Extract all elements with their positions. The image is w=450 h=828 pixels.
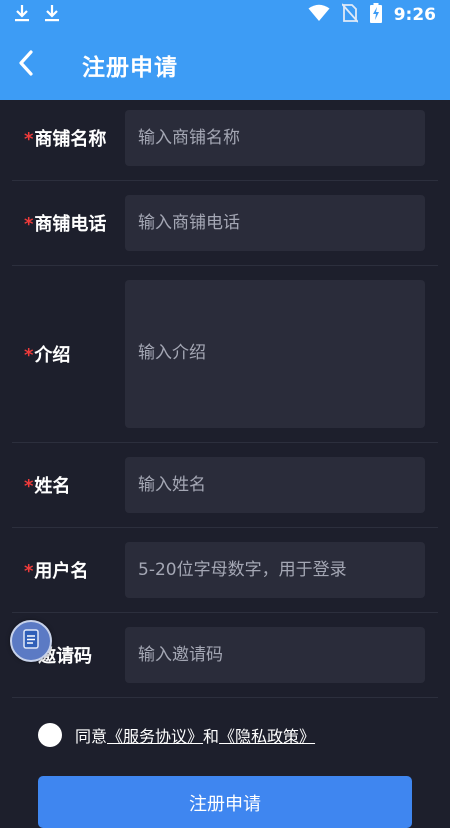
- agree-conjunction: 和: [203, 727, 220, 746]
- back-button[interactable]: [0, 30, 56, 100]
- status-bar: 9:26: [0, 0, 450, 30]
- download-icon: [44, 4, 60, 26]
- form-row-username: *用户名: [12, 528, 438, 613]
- floating-doc-button[interactable]: [10, 620, 52, 662]
- submit-button[interactable]: 注册申请: [38, 776, 412, 828]
- field-label: *商铺名称: [24, 129, 107, 150]
- service-agreement-link[interactable]: 《服务协议》: [107, 723, 203, 747]
- username-input[interactable]: [125, 542, 425, 598]
- invite-code-input[interactable]: [125, 627, 425, 683]
- app-bar: 注册申请: [0, 30, 450, 100]
- field-label: *姓名: [24, 476, 71, 497]
- form-row-intro: *介绍: [12, 266, 438, 443]
- download-icon: [14, 4, 30, 26]
- status-time: 9:26: [393, 5, 436, 25]
- agree-prefix: 同意: [75, 727, 108, 746]
- name-input[interactable]: [125, 457, 425, 513]
- shop-name-input[interactable]: [125, 110, 425, 166]
- form-row-name: *姓名: [12, 443, 438, 528]
- agree-radio[interactable]: [38, 723, 62, 747]
- field-label: *介绍: [24, 345, 71, 366]
- register-form: *商铺名称 *商铺电话 *介绍 *姓名 *用户名 邀请码: [0, 110, 450, 698]
- shop-phone-input[interactable]: [125, 195, 425, 251]
- form-row-invite-code: 邀请码: [12, 613, 438, 698]
- agreement-row: 同意 《服务协议》 和 《隐私政策》: [0, 712, 450, 758]
- intro-textarea[interactable]: [125, 280, 425, 428]
- field-label: *用户名: [24, 561, 89, 582]
- field-label: *商铺电话: [24, 214, 107, 235]
- no-sim-icon: [341, 3, 359, 27]
- privacy-policy-link[interactable]: 《隐私政策》: [219, 723, 315, 747]
- battery-charging-icon: [369, 3, 382, 27]
- back-arrow-icon: [16, 49, 36, 81]
- form-row-shop-phone: *商铺电话: [12, 181, 438, 266]
- form-row-shop-name: *商铺名称: [12, 96, 438, 181]
- wifi-icon: [308, 4, 330, 26]
- document-icon: [23, 629, 39, 653]
- page-title: 注册申请: [82, 55, 178, 81]
